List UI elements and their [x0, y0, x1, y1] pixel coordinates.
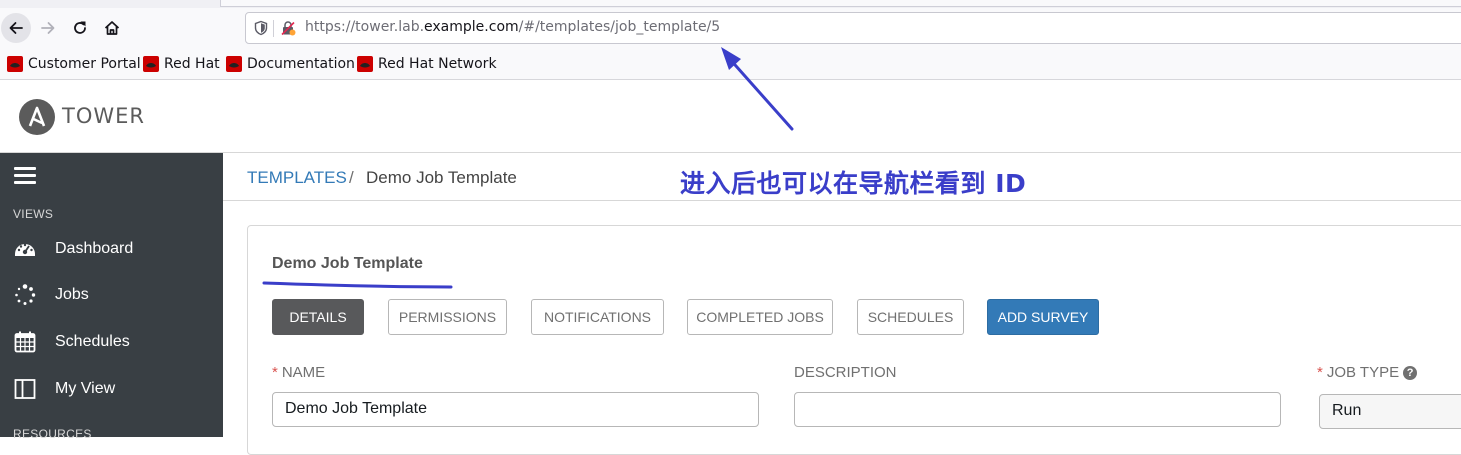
required-marker: * — [1317, 364, 1323, 381]
sidebar-item-jobs[interactable]: Jobs — [0, 275, 223, 315]
breadcrumb-current: Demo Job Template — [366, 168, 517, 187]
tab-permissions[interactable]: PERMISSIONS — [388, 299, 507, 335]
browser-toolbar: https://tower.lab.example.com/#/template… — [0, 8, 1461, 48]
bookmark-label: Customer Portal — [28, 56, 141, 72]
sidebar-item-label: Schedules — [55, 333, 130, 350]
bookmark-customer-portal[interactable]: Customer Portal — [7, 54, 141, 74]
browser-tab[interactable] — [220, 0, 1461, 7]
back-button[interactable] — [1, 13, 31, 43]
description-field[interactable] — [794, 392, 1281, 427]
help-icon[interactable]: ? — [1403, 366, 1418, 380]
tab-notifications[interactable]: NOTIFICATIONS — [531, 299, 664, 335]
bookmark-red-hat[interactable]: Red Hat — [143, 54, 220, 74]
url-text: https://tower.lab.example.com/#/template… — [305, 19, 721, 35]
annotation-text: 进入后也可以在导航栏看到 ID — [680, 169, 1027, 198]
home-button[interactable] — [97, 13, 127, 43]
sidebar-item-schedules[interactable]: Schedules — [0, 322, 223, 362]
sidebar-section-views: VIEWS — [13, 207, 54, 221]
panel-title: Demo Job Template — [272, 255, 423, 272]
sidebar-item-label: Dashboard — [55, 240, 134, 257]
columns-icon — [14, 379, 36, 399]
insecure-lock-icon[interactable] — [280, 20, 296, 36]
tab-schedules[interactable]: SCHEDULES — [857, 299, 964, 335]
browser-tab-strip — [0, 0, 1461, 8]
sidebar-item-label: My View — [55, 380, 116, 397]
job-template-panel: Demo Job Template DETAILS PERMISSIONS NO… — [247, 225, 1461, 455]
tab-details[interactable]: DETAILS — [272, 299, 364, 335]
required-marker: * — [272, 364, 278, 381]
address-bar[interactable]: https://tower.lab.example.com/#/template… — [245, 12, 1461, 44]
arrow-right-icon — [41, 22, 55, 34]
bookmark-red-hat-network[interactable]: Red Hat Network — [357, 54, 497, 74]
app-header: TOWER — [0, 81, 1461, 153]
tracking-shield-icon[interactable] — [253, 20, 269, 36]
hamburger-menu-icon[interactable] — [14, 167, 36, 185]
reload-icon — [74, 21, 86, 34]
name-label: * NAME — [272, 364, 326, 381]
reload-button[interactable] — [65, 13, 95, 43]
job-type-label: * JOB TYPE? — [1317, 364, 1418, 381]
app-logo-text: TOWER — [62, 104, 145, 128]
forward-button[interactable] — [33, 13, 63, 43]
bookmark-label: Red Hat — [164, 56, 220, 72]
breadcrumb-separator: / — [349, 168, 354, 187]
add-survey-button[interactable]: ADD SURVEY — [987, 299, 1099, 335]
redhat-favicon-icon — [357, 56, 373, 72]
bookmark-documentation[interactable]: Documentation — [226, 54, 355, 74]
calendar-icon — [14, 331, 36, 353]
sidebar: VIEWS Dashboard Jobs Schedules My View R… — [0, 153, 223, 441]
breadcrumb-templates-link[interactable]: TEMPLATES — [247, 168, 347, 188]
jobs-spinner-icon — [15, 284, 36, 305]
redhat-favicon-icon — [226, 56, 242, 72]
tab-completed-jobs[interactable]: COMPLETED JOBS — [687, 299, 833, 335]
bookmark-label: Red Hat Network — [378, 56, 497, 72]
redhat-favicon-icon — [143, 56, 159, 72]
dashboard-icon — [15, 243, 35, 256]
sidebar-item-dashboard[interactable]: Dashboard — [0, 229, 223, 269]
bookmark-label: Documentation — [247, 56, 355, 72]
ansible-logo-icon[interactable] — [19, 99, 55, 135]
redhat-favicon-icon — [7, 56, 23, 72]
home-icon — [104, 21, 120, 35]
description-label: DESCRIPTION — [794, 364, 897, 381]
address-bar-separator — [273, 20, 274, 37]
job-type-select[interactable]: Run — [1319, 394, 1461, 429]
sidebar-item-my-view[interactable]: My View — [0, 369, 223, 409]
bookmarks-bar: Customer Portal Red Hat Documentation Re… — [0, 48, 1461, 80]
name-field[interactable]: Demo Job Template — [272, 392, 759, 427]
sidebar-section-resources: RESOURCES — [13, 427, 92, 441]
arrow-left-icon — [9, 22, 23, 34]
sidebar-item-label: Jobs — [55, 286, 89, 303]
